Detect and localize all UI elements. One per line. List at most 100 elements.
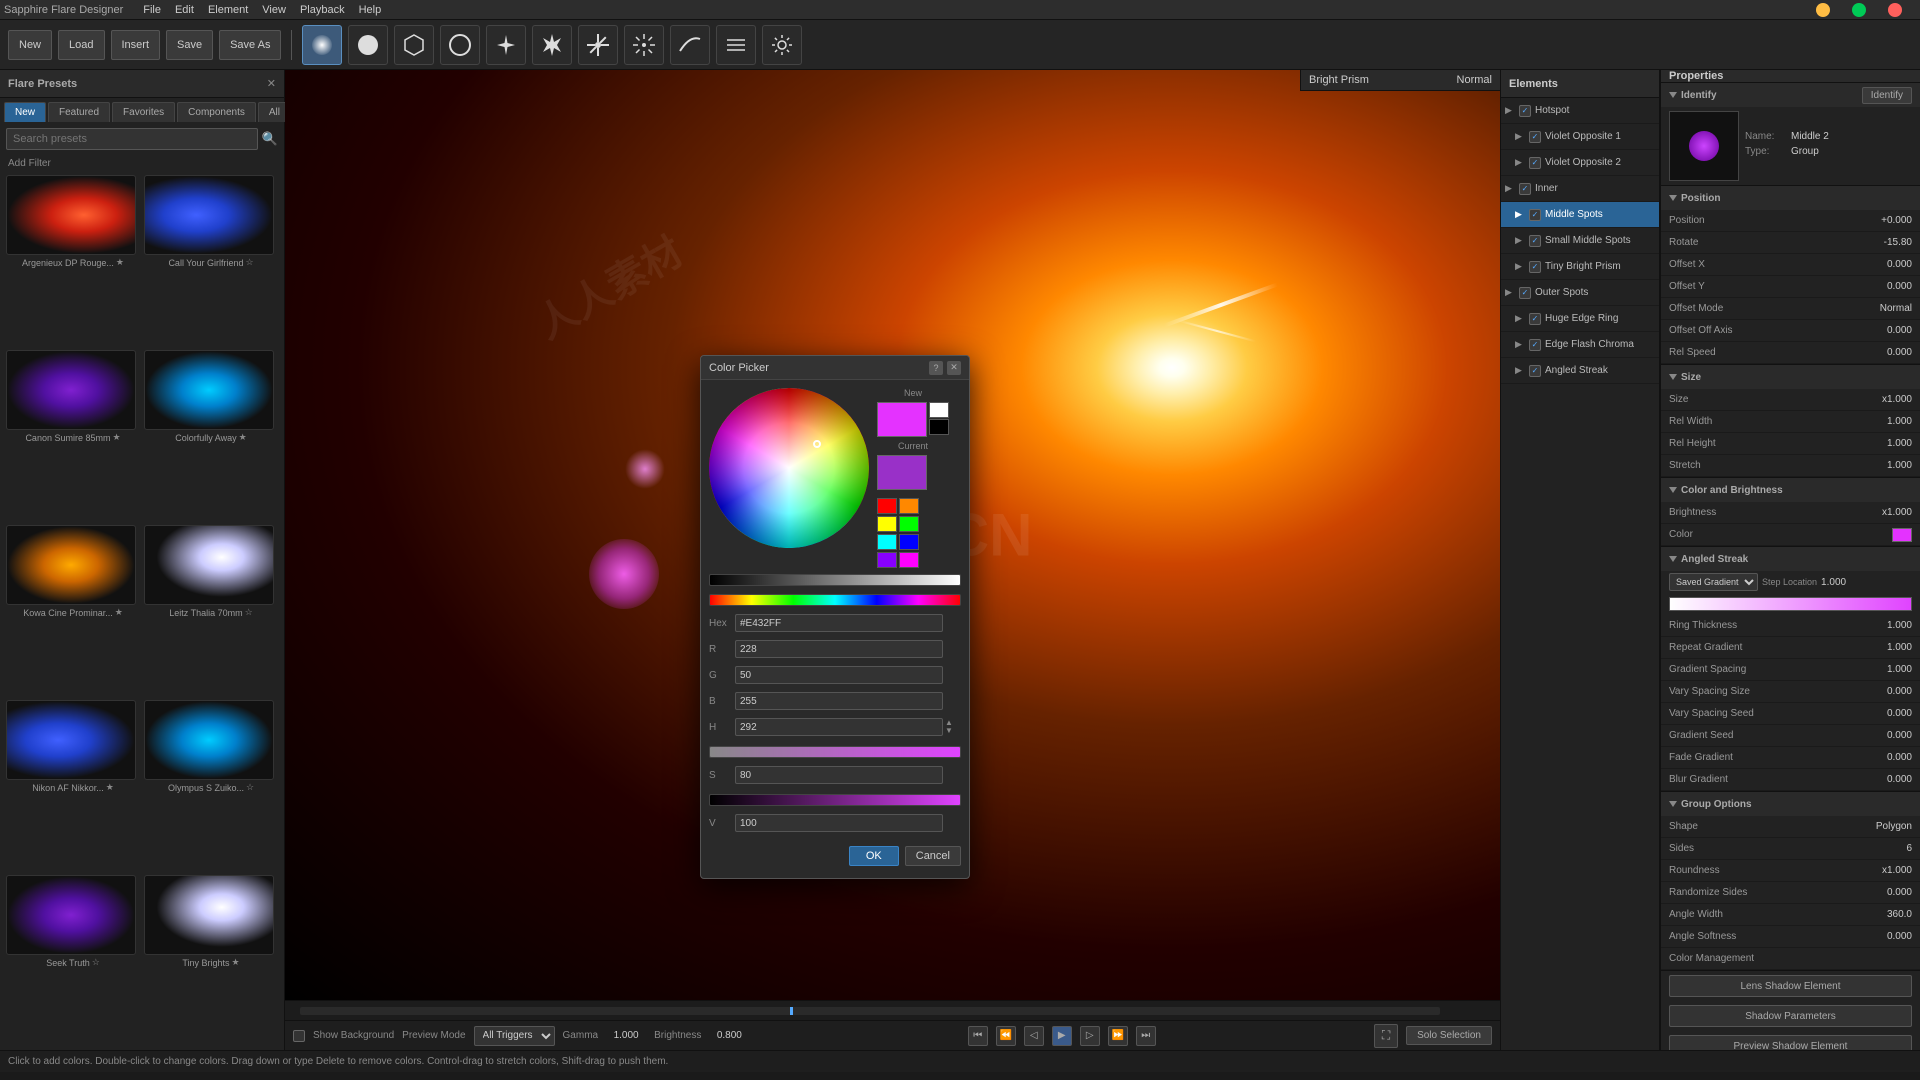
prop-value[interactable]: 0.000 <box>1832 887 1912 898</box>
dialog-close-btn[interactable]: ✕ <box>947 361 961 375</box>
show-background-checkbox[interactable] <box>293 1030 305 1042</box>
element-hotspot[interactable]: ▶ Hotspot <box>1501 98 1659 124</box>
list-item[interactable]: Olympus S Zuiko... ☆ <box>144 700 278 871</box>
element-checkbox[interactable] <box>1529 235 1541 247</box>
list-item[interactable]: Call Your Girlfriend ☆ <box>144 175 278 346</box>
element-small-middle-spots[interactable]: ▶ Small Middle Spots <box>1501 228 1659 254</box>
prop-value[interactable]: 0.000 <box>1832 281 1912 292</box>
element-outer-spots[interactable]: ▶ Outer Spots <box>1501 280 1659 306</box>
menu-view[interactable]: View <box>262 4 286 16</box>
search-input[interactable] <box>6 128 258 150</box>
list-item[interactable]: Leitz Thalia 70mm ☆ <box>144 525 278 696</box>
list-item[interactable]: Tiny Brights ★ <box>144 875 278 1046</box>
prop-value[interactable]: 0.000 <box>1832 686 1912 697</box>
color-wheel-display[interactable] <box>709 388 869 548</box>
element-checkbox[interactable] <box>1529 157 1541 169</box>
insert-button[interactable]: Insert <box>111 30 161 60</box>
prop-value[interactable]: 0.000 <box>1832 730 1912 741</box>
transport-next[interactable]: ▷ <box>1080 1026 1100 1046</box>
tab-favorites[interactable]: Favorites <box>112 102 175 122</box>
shape-gear[interactable] <box>762 25 802 65</box>
transport-end[interactable]: ⏭ <box>1136 1026 1156 1046</box>
favorite-star[interactable]: ☆ <box>245 607 253 618</box>
prop-value[interactable]: 0.000 <box>1832 325 1912 336</box>
favorite-star[interactable]: ★ <box>106 782 114 793</box>
transport-fwd[interactable]: ⏩ <box>1108 1026 1128 1046</box>
prop-value[interactable]: 1.000 <box>1832 620 1912 631</box>
color-brightness-header[interactable]: Color and Brightness <box>1661 478 1920 502</box>
scrubber-bar[interactable] <box>285 1000 1500 1020</box>
scrubber-track[interactable] <box>300 1007 1440 1015</box>
identify-button[interactable]: Identify <box>1862 87 1912 104</box>
favorite-star[interactable]: ★ <box>116 257 124 268</box>
shape-hexagon[interactable] <box>394 25 434 65</box>
element-checkbox[interactable] <box>1529 131 1541 143</box>
b-input[interactable] <box>735 692 943 710</box>
lens-shadow-element-btn[interactable]: Lens Shadow Element <box>1669 975 1912 997</box>
tab-components[interactable]: Components <box>177 102 256 122</box>
element-violet-opp1[interactable]: ▶ Violet Opposite 1 <box>1501 124 1659 150</box>
element-violet-opp2[interactable]: ▶ Violet Opposite 2 <box>1501 150 1659 176</box>
list-item[interactable]: Seek Truth ☆ <box>6 875 140 1046</box>
favorite-star[interactable]: ★ <box>232 957 240 968</box>
element-checkbox[interactable] <box>1529 261 1541 273</box>
element-edge-flash-chroma[interactable]: ▶ Edge Flash Chroma <box>1501 332 1659 358</box>
element-checkbox[interactable] <box>1519 183 1531 195</box>
favorite-star[interactable]: ★ <box>115 607 123 618</box>
shape-lines[interactable] <box>716 25 756 65</box>
menu-file[interactable]: File <box>143 4 161 16</box>
element-inner[interactable]: ▶ Inner <box>1501 176 1659 202</box>
g-input[interactable] <box>735 666 943 684</box>
brightness-slider[interactable] <box>709 574 961 586</box>
favorite-star[interactable]: ☆ <box>245 257 253 268</box>
element-checkbox[interactable] <box>1529 209 1541 221</box>
shape-starburst2[interactable] <box>624 25 664 65</box>
saturation-slider[interactable] <box>709 746 961 758</box>
h-input[interactable] <box>735 718 943 736</box>
shape-circle-outline[interactable] <box>440 25 480 65</box>
group-options-header[interactable]: Group Options <box>1661 792 1920 816</box>
prop-value[interactable]: 1.000 <box>1832 438 1912 449</box>
scrubber-head[interactable] <box>790 1007 793 1015</box>
swatch-white[interactable] <box>929 402 949 418</box>
shape-star6[interactable] <box>532 25 572 65</box>
swatch-magenta[interactable] <box>899 552 919 568</box>
maximize-btn[interactable] <box>1852 3 1866 17</box>
v-input[interactable] <box>735 814 943 832</box>
prop-value[interactable]: x1.000 <box>1832 865 1912 876</box>
step-value[interactable]: 1.000 <box>1821 577 1846 588</box>
menu-help[interactable]: Help <box>359 4 382 16</box>
prop-value[interactable]: 0.000 <box>1832 347 1912 358</box>
size-header[interactable]: Size <box>1661 365 1920 389</box>
prop-value[interactable]: -15.80 <box>1832 237 1912 248</box>
prop-value[interactable]: +0.000 <box>1832 215 1912 226</box>
element-middle-spots[interactable]: ▶ Middle Spots <box>1501 202 1659 228</box>
gradient-bar[interactable] <box>1669 597 1912 611</box>
prop-value[interactable]: 6 <box>1832 843 1912 854</box>
menu-edit[interactable]: Edit <box>175 4 194 16</box>
s-input[interactable] <box>735 766 943 784</box>
swatch-red[interactable] <box>877 498 897 514</box>
dialog-help-btn[interactable]: ? <box>929 361 943 375</box>
swatch-orange[interactable] <box>899 498 919 514</box>
shape-sparkle-soft[interactable] <box>486 25 526 65</box>
favorite-star[interactable]: ☆ <box>92 957 100 968</box>
list-item[interactable]: Nikon AF Nikkor... ★ <box>6 700 140 871</box>
minimize-btn[interactable] <box>1816 3 1830 17</box>
add-filter[interactable]: Add Filter <box>0 156 284 171</box>
shadow-parameters-btn[interactable]: Shadow Parameters <box>1669 1005 1912 1027</box>
swatch-purple[interactable] <box>877 552 897 568</box>
dialog-titlebar[interactable]: Color Picker ? ✕ <box>701 356 969 380</box>
value-slider[interactable] <box>709 794 961 806</box>
prop-value[interactable]: x1.000 <box>1832 394 1912 405</box>
shape-streak-angled[interactable] <box>670 25 710 65</box>
tab-featured[interactable]: Featured <box>48 102 110 122</box>
list-item[interactable]: Argenieux DP Rouge... ★ <box>6 175 140 346</box>
element-checkbox[interactable] <box>1529 313 1541 325</box>
position-header[interactable]: Position <box>1661 186 1920 210</box>
element-tiny-bright-prism[interactable]: ▶ Tiny Bright Prism <box>1501 254 1659 280</box>
h-down-arrow[interactable]: ▼ <box>945 727 961 735</box>
element-huge-edge-ring[interactable]: ▶ Huge Edge Ring <box>1501 306 1659 332</box>
swatch-yellow[interactable] <box>877 516 897 532</box>
gradient-bar-row[interactable] <box>1661 593 1920 615</box>
